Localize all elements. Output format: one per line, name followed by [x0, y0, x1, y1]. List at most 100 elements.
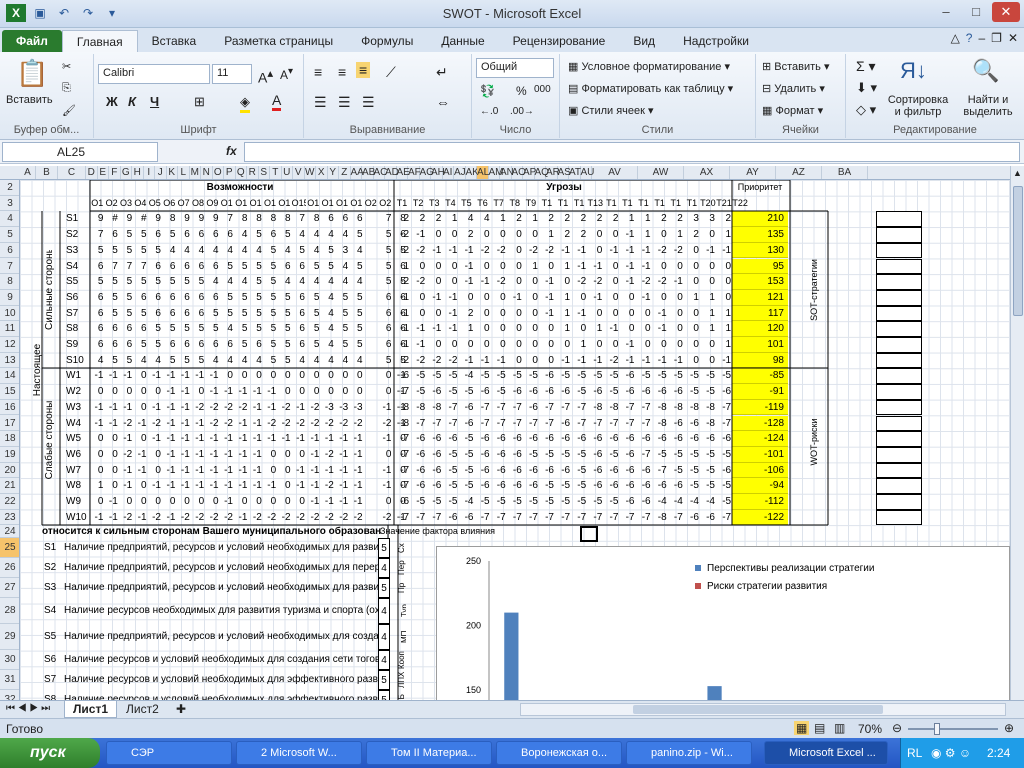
zoom-in-icon[interactable]: ⊕	[1004, 721, 1014, 735]
col-header-P[interactable]: P	[224, 166, 236, 179]
tab-5[interactable]: Данные	[427, 30, 498, 52]
format-painter-icon[interactable]: 🖌	[62, 104, 76, 117]
zoom-slider-handle[interactable]	[934, 723, 940, 735]
bar-S1[interactable]	[504, 612, 519, 702]
col-header-AE[interactable]: AE	[397, 166, 410, 179]
col-header-AI[interactable]: AI	[443, 166, 454, 179]
col-header-AV[interactable]: AV	[592, 166, 638, 179]
row-header-23[interactable]: 23	[0, 510, 19, 526]
italic-button[interactable]: К	[128, 94, 136, 109]
window-restore-icon[interactable]: ❐	[991, 31, 1002, 45]
col-header-S[interactable]: S	[259, 166, 270, 179]
col-header-U[interactable]: U	[282, 166, 293, 179]
row-header-31[interactable]: 31	[0, 670, 19, 691]
row-header-28[interactable]: 28	[0, 598, 19, 625]
fill-color-icon[interactable]: ◈	[240, 94, 250, 113]
currency-icon[interactable]: 💱	[480, 84, 495, 98]
row-header-11[interactable]: 11	[0, 321, 19, 337]
tab-2[interactable]: Вставка	[138, 30, 211, 52]
tab-8[interactable]: Надстройки	[669, 30, 763, 52]
insert-function-icon[interactable]: fx	[226, 144, 237, 158]
hscroll-thumb[interactable]	[633, 705, 883, 714]
col-header-AX[interactable]: AX	[684, 166, 730, 179]
col-header-K[interactable]: K	[167, 166, 178, 179]
col-header-X[interactable]: X	[316, 166, 328, 179]
align-center-icon[interactable]: ☰	[338, 94, 351, 111]
row-header-7[interactable]: 7	[0, 259, 19, 275]
new-sheet-icon[interactable]: ✚	[168, 701, 194, 718]
insert-cells-button[interactable]: ⊞ Вставить ▾	[762, 60, 830, 73]
delete-cells-button[interactable]: ⊟ Удалить ▾	[762, 82, 825, 95]
zoom-slider[interactable]	[908, 728, 998, 730]
col-header-AM[interactable]: AM	[489, 166, 504, 179]
clear-icon[interactable]: ◇ ▾	[856, 102, 876, 118]
col-header-BA[interactable]: BA	[822, 166, 868, 179]
row-header-9[interactable]: 9	[0, 290, 19, 306]
wrap-text-icon[interactable]: ↵	[436, 64, 448, 81]
align-top-icon[interactable]: ≡	[314, 64, 322, 80]
find-select-button[interactable]: Найти и выделить	[956, 94, 1020, 118]
chart[interactable]: 100150200250Перспективы реализации страт…	[436, 546, 1010, 702]
col-header-O[interactable]: O	[213, 166, 224, 179]
page-layout-icon[interactable]: ▤	[814, 721, 825, 735]
taskbar-item-5[interactable]: Microsoft Excel ...	[764, 741, 888, 765]
start-button[interactable]: пуск	[0, 738, 100, 768]
row-header-15[interactable]: 15	[0, 384, 19, 400]
col-header-E[interactable]: E	[98, 166, 109, 179]
row-header-4[interactable]: 4	[0, 211, 19, 228]
maximize-icon[interactable]: □	[962, 2, 990, 22]
row-header-22[interactable]: 22	[0, 494, 19, 510]
sheet-tab-1[interactable]: Лист1	[64, 701, 118, 718]
col-header-M[interactable]: M	[190, 166, 201, 179]
col-header-A[interactable]: A	[20, 166, 36, 179]
increase-decimal-icon[interactable]: ←.0	[480, 106, 498, 117]
sort-filter-icon[interactable]: Я↓	[900, 58, 927, 84]
col-header-AG[interactable]: AG	[420, 166, 434, 179]
sheet-nav-icon[interactable]: ⏮ ◀ ▶ ⏭	[6, 703, 50, 714]
grow-font-icon[interactable]: A▴	[258, 66, 273, 86]
taskbar-item-3[interactable]: Воронежская о...	[496, 741, 622, 765]
col-header-H[interactable]: H	[132, 166, 144, 179]
col-header-J[interactable]: J	[155, 166, 167, 179]
col-header-AD[interactable]: AD	[385, 166, 399, 179]
col-header-AS[interactable]: AS	[558, 166, 571, 179]
row-header-13[interactable]: 13	[0, 353, 19, 369]
row-header-6[interactable]: 6	[0, 243, 19, 259]
row-header-29[interactable]: 29	[0, 624, 19, 651]
scroll-up-icon[interactable]: ▲	[1011, 166, 1024, 180]
zoom-out-icon[interactable]: ⊖	[892, 721, 902, 735]
row-header-2[interactable]: 2	[0, 180, 19, 196]
shrink-font-icon[interactable]: A▾	[280, 66, 293, 82]
col-header-D[interactable]: D	[86, 166, 98, 179]
orientation-icon[interactable]: ⟋	[386, 64, 396, 81]
format-as-table-button[interactable]: ▤ Форматировать как таблицу ▾	[568, 82, 733, 95]
row-header-10[interactable]: 10	[0, 306, 19, 322]
normal-view-icon[interactable]: ▦	[794, 721, 810, 735]
minimize-icon[interactable]: –	[932, 2, 960, 22]
row-header-19[interactable]: 19	[0, 447, 19, 463]
col-header-AY[interactable]: AY	[730, 166, 776, 179]
window-close-icon[interactable]: ✕	[1008, 31, 1018, 45]
taskbar-item-4[interactable]: panino.zip - Wi...	[626, 741, 752, 765]
col-header-AF[interactable]: AF	[408, 166, 421, 179]
col-header-AA[interactable]: AA	[351, 166, 364, 179]
col-header-R[interactable]: R	[247, 166, 259, 179]
taskbar-item-2[interactable]: Том II Материа...	[366, 741, 492, 765]
col-header-AJ[interactable]: AJ	[454, 166, 466, 179]
scroll-thumb[interactable]	[1013, 186, 1023, 316]
row-header-12[interactable]: 12	[0, 337, 19, 353]
close-icon[interactable]: ✕	[992, 2, 1020, 22]
tab-0[interactable]: Файл	[2, 30, 62, 52]
conditional-formatting-button[interactable]: ▦ Условное форматирование ▾	[568, 60, 730, 73]
bold-button[interactable]: Ж	[106, 94, 118, 109]
col-header-Y[interactable]: Y	[328, 166, 339, 179]
row-header-16[interactable]: 16	[0, 400, 19, 416]
fill-icon[interactable]: ⬇ ▾	[856, 80, 877, 96]
row-header-20[interactable]: 20	[0, 463, 19, 479]
row-header-5[interactable]: 5	[0, 227, 19, 243]
col-header-AU[interactable]: AU	[581, 166, 594, 179]
row-header-21[interactable]: 21	[0, 478, 19, 494]
autosum-icon[interactable]: Σ ▾	[856, 58, 876, 75]
paste-icon[interactable]: 📋	[16, 58, 48, 89]
vertical-scrollbar[interactable]: ▲	[1010, 166, 1024, 716]
